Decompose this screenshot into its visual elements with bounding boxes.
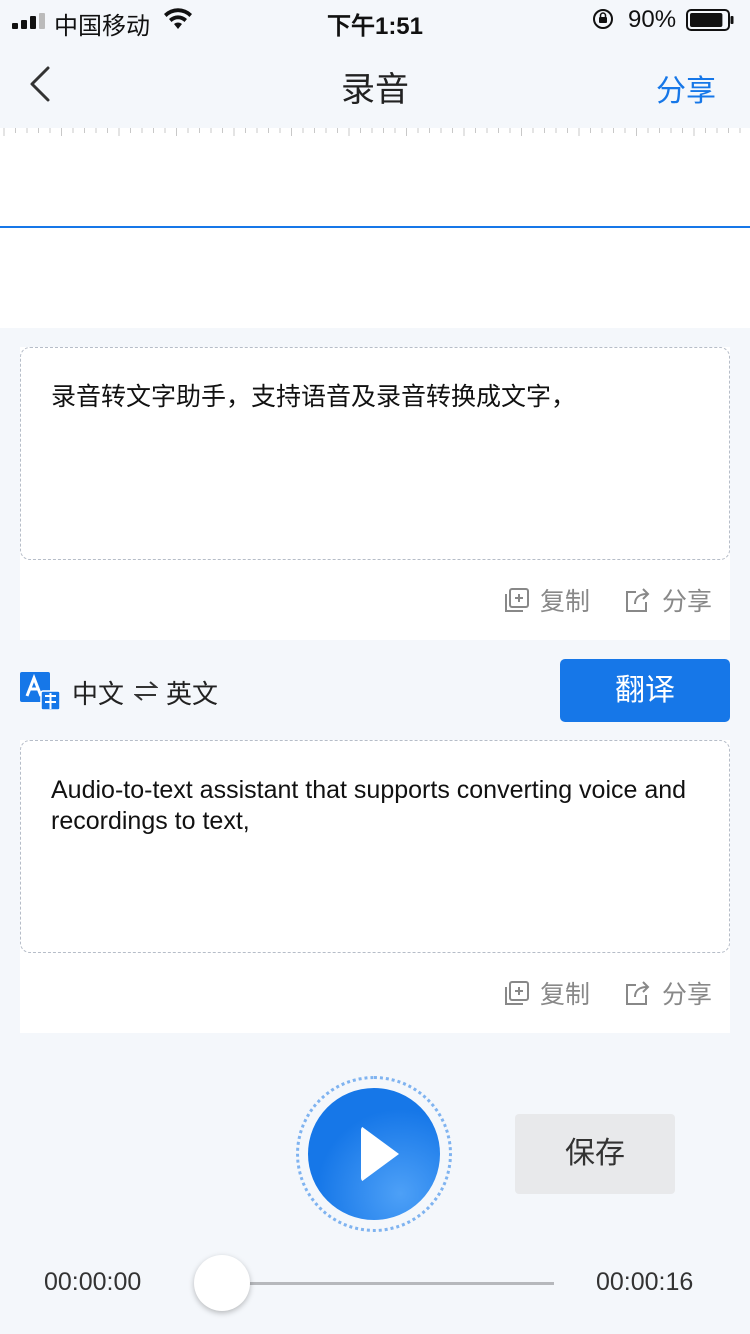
nav-bar: 录音 分享 bbox=[0, 40, 750, 128]
source-language[interactable]: 中文 bbox=[72, 674, 124, 711]
battery-percent: 90% bbox=[628, 6, 677, 33]
nav-share-button[interactable]: 分享 bbox=[656, 66, 716, 110]
translation-text: Audio-to-text assistant that supports co… bbox=[51, 776, 687, 835]
translation-actions: 复制 分享 bbox=[20, 953, 730, 1033]
transcript-text-box[interactable]: 录音转文字助手，支持语音及录音转换成文字， bbox=[20, 347, 730, 560]
transcript-copy-button[interactable]: 复制 bbox=[504, 582, 590, 618]
translate-button[interactable]: 翻译 bbox=[560, 659, 730, 722]
copy-label: 复制 bbox=[540, 588, 591, 616]
share-icon bbox=[626, 981, 650, 1005]
translation-share-button[interactable]: 分享 bbox=[624, 975, 712, 1011]
transcript-share-button[interactable]: 分享 bbox=[624, 582, 712, 618]
play-button-circle bbox=[308, 1088, 440, 1220]
copy-icon bbox=[505, 588, 529, 612]
progress-slider-knob[interactable] bbox=[194, 1255, 250, 1311]
rotation-lock-icon bbox=[593, 9, 613, 29]
swap-icon[interactable] bbox=[134, 680, 158, 702]
battery-icon bbox=[686, 9, 734, 31]
play-icon bbox=[361, 1126, 399, 1182]
play-button[interactable] bbox=[296, 1076, 452, 1232]
save-button[interactable]: 保存 bbox=[515, 1114, 675, 1194]
translation-text-box[interactable]: Audio-to-text assistant that supports co… bbox=[20, 740, 730, 953]
page-title: 录音 bbox=[341, 71, 409, 109]
status-bar: 中国移动 下午1:51 90% bbox=[0, 0, 750, 40]
waveform-baseline bbox=[0, 226, 750, 228]
translation-card: Audio-to-text assistant that supports co… bbox=[20, 740, 730, 1033]
current-time: 00:00:00 bbox=[44, 1268, 142, 1296]
transcript-text: 录音转文字助手，支持语音及录音转换成文字， bbox=[51, 383, 577, 411]
translate-icon bbox=[20, 672, 60, 710]
transcript-card: 录音转文字助手，支持语音及录音转换成文字， 复制 分享 bbox=[20, 347, 730, 640]
share-label: 分享 bbox=[662, 981, 713, 1009]
copy-label: 复制 bbox=[540, 981, 591, 1009]
target-language[interactable]: 英文 bbox=[166, 674, 218, 711]
transcript-actions: 复制 分享 bbox=[20, 560, 730, 640]
share-label: 分享 bbox=[662, 588, 713, 616]
waveform-area bbox=[0, 128, 750, 328]
progress-track[interactable] bbox=[222, 1282, 554, 1285]
copy-icon bbox=[505, 981, 529, 1005]
time-ruler bbox=[3, 128, 741, 136]
total-time: 00:00:16 bbox=[596, 1268, 694, 1296]
translate-row: 中文 英文 翻译 bbox=[20, 658, 730, 724]
translation-copy-button[interactable]: 复制 bbox=[504, 975, 590, 1011]
share-icon bbox=[626, 588, 650, 612]
